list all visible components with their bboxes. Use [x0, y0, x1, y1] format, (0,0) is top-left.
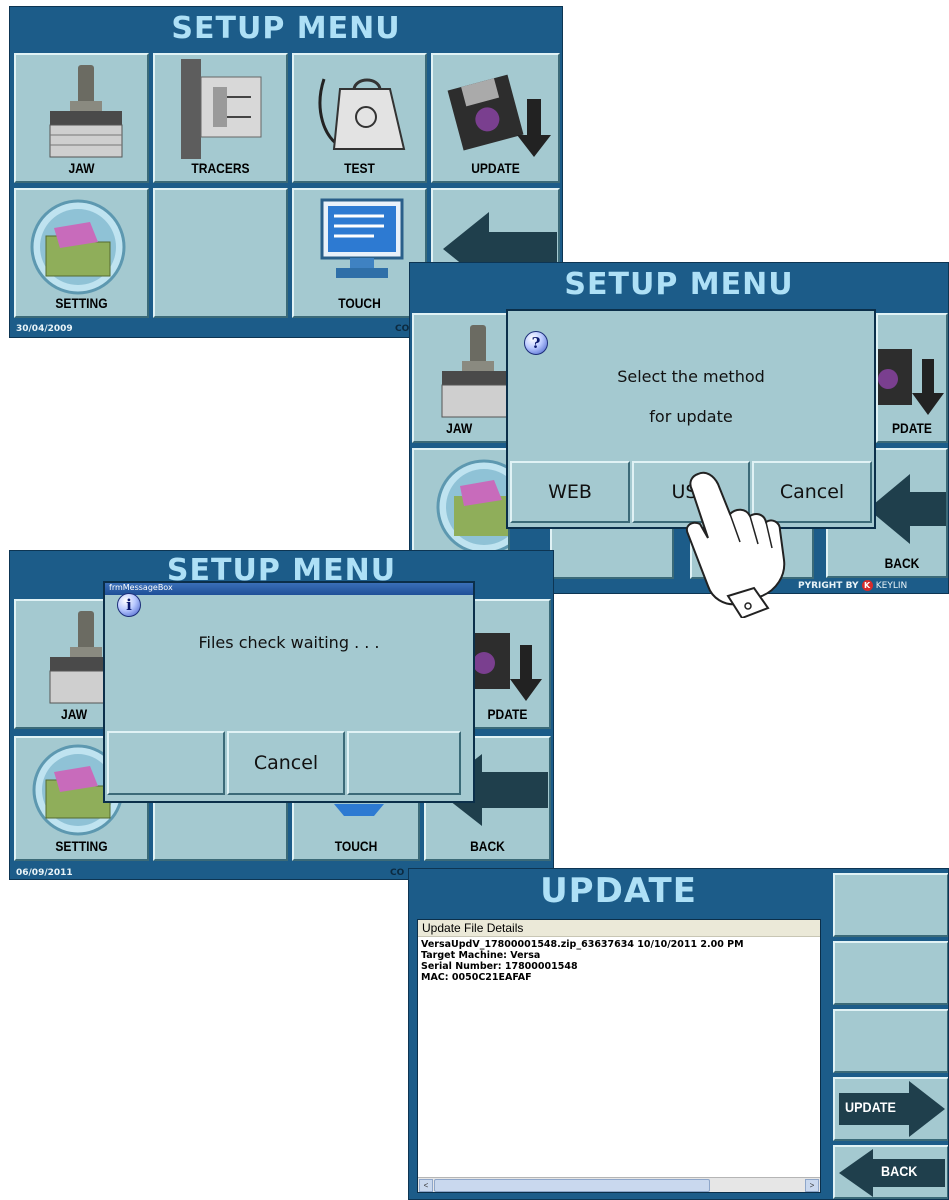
dialog-message: Files check waiting . . . [198, 633, 380, 652]
empty-tile [153, 188, 288, 318]
horizontal-scrollbar[interactable]: < > [418, 1177, 820, 1192]
side-button-2[interactable] [833, 941, 948, 1005]
tile-label: SETTING [55, 295, 108, 311]
tracers-tile[interactable]: TRACERS [153, 53, 288, 183]
scroll-right-button[interactable]: > [805, 1179, 819, 1192]
update-screen: UPDATE Update File Details VersaUpdV_178… [408, 868, 949, 1200]
page-title: SETUP MENU [564, 267, 794, 302]
copyright-label: CO [390, 868, 405, 878]
brand-logo-icon: K [861, 580, 873, 591]
tile-label: PDATE [487, 706, 528, 722]
copyright-label: PYRIGHT BY K KEYLIN [798, 580, 907, 591]
details-line: Serial Number: 17800001548 [421, 961, 578, 972]
details-header: Update File Details [418, 920, 820, 937]
pointing-hand-icon [686, 471, 786, 618]
jaw-tile[interactable]: JAW [412, 313, 510, 443]
dialog-message-line-2: for update [649, 407, 733, 426]
tile-label: PDATE [892, 420, 932, 436]
tracers-icon [181, 59, 262, 159]
tile-label: TRACERS [191, 160, 250, 176]
message-box-window: frmMessageBox i Files check waiting . . … [103, 581, 475, 803]
details-line: MAC: 0050C21EAFAF [421, 972, 532, 983]
update-file-details-panel: Update File Details VersaUpdV_1780000154… [417, 919, 821, 1193]
tile-label: BACK [470, 838, 505, 854]
copyright-label: CO [395, 324, 410, 334]
brand-name: KEYLIN [875, 581, 908, 591]
tile-label: TOUCH [334, 838, 378, 854]
jaw-tile[interactable]: JAW [14, 53, 149, 183]
cancel-button[interactable]: Cancel [227, 731, 345, 795]
jaw-icon [49, 65, 123, 158]
page-title: SETUP MENU [171, 11, 401, 46]
floppy-arrow-icon [878, 349, 944, 415]
jaw-icon [441, 325, 508, 418]
scroll-left-button[interactable]: < [419, 1179, 433, 1192]
touch-tile[interactable]: TOUCH [292, 188, 427, 318]
setup-menu-screen-3: SETUP MENU JAW PDATE SETTING TOUCH BACK … [9, 550, 554, 880]
window-caption: frmMessageBox [109, 583, 173, 592]
update-button[interactable]: UPDATE [833, 1077, 948, 1141]
monitor-icon [320, 198, 404, 278]
update-button-label: UPDATE [845, 1099, 896, 1115]
tile-label: JAW [446, 420, 473, 436]
update-tile[interactable]: PDATE [876, 313, 948, 443]
back-button-label: BACK [881, 1163, 918, 1179]
test-tile[interactable]: TEST [292, 53, 427, 183]
tile-label: SETTING [55, 838, 108, 854]
date-label: 30/04/2009 [16, 324, 73, 334]
info-icon: i [117, 593, 141, 617]
dialog-button-left[interactable] [107, 731, 225, 795]
dialog-message-line-1: Select the method [617, 367, 765, 386]
details-line: Target Machine: Versa [421, 950, 541, 961]
tile-label: BACK [884, 555, 920, 571]
stethoscope-bag-icon [318, 78, 406, 150]
side-button-3[interactable] [833, 1009, 948, 1073]
folder-disc-icon [436, 459, 508, 555]
side-button-1[interactable] [833, 873, 948, 937]
details-line: VersaUpdV_17800001548.zip_63637634 10/10… [421, 939, 744, 950]
page-title: UPDATE [540, 871, 697, 911]
dialog-button-right[interactable] [347, 731, 461, 795]
setting-tile[interactable]: SETTING [14, 188, 149, 318]
scroll-thumb[interactable] [434, 1179, 710, 1192]
floppy-arrow-icon [447, 74, 551, 157]
tile-label: TEST [344, 160, 375, 176]
date-label: 06/09/2011 [16, 868, 73, 878]
back-button[interactable]: BACK [833, 1145, 948, 1199]
tile-label: JAW [68, 160, 95, 176]
window-caption-bar: frmMessageBox [105, 583, 473, 595]
question-icon: ? [524, 331, 548, 355]
folder-disc-icon [30, 199, 126, 295]
web-button[interactable]: WEB [510, 461, 630, 523]
tile-label: UPDATE [471, 160, 520, 176]
tile-label: TOUCH [338, 295, 381, 311]
update-tile[interactable]: UPDATE [431, 53, 560, 183]
empty-tile [550, 521, 674, 579]
